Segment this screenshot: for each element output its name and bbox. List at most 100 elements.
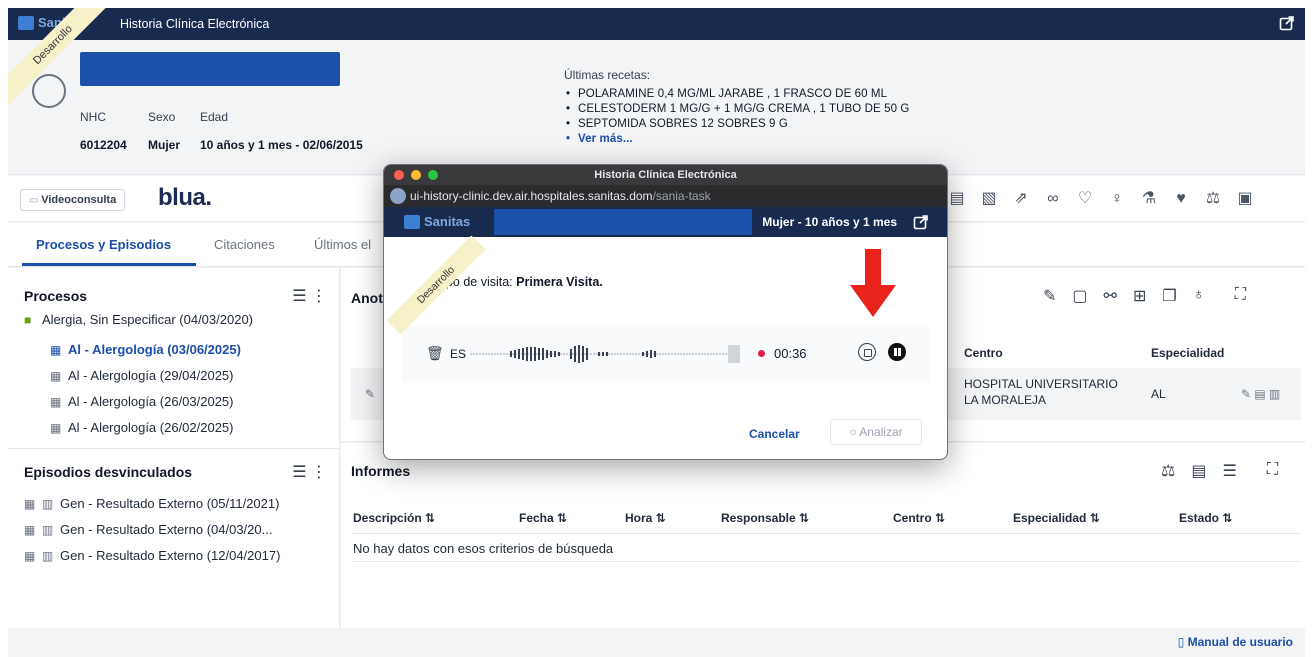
site-icon bbox=[390, 188, 406, 204]
url-path: /sania-task bbox=[652, 189, 711, 203]
id-card-icon[interactable]: ▣ bbox=[1234, 188, 1256, 210]
episodios-filter-icon[interactable]: ☰ ⋮ bbox=[292, 462, 327, 482]
audio-waveform bbox=[470, 345, 740, 363]
prescription-item: CELESTODERM 1 MG/G + 1 MG/G CREMA , 1 TU… bbox=[564, 103, 909, 115]
process-parent[interactable]: ■ Alergia, Sin Especificar (04/03/2020) bbox=[24, 312, 253, 327]
waveform-bar bbox=[550, 351, 552, 357]
waveform-bar bbox=[578, 345, 580, 363]
patient-name-redacted bbox=[494, 209, 752, 235]
waveform-bar bbox=[558, 352, 560, 356]
patient-summary: Mujer - 10 años y 1 mes bbox=[762, 215, 897, 229]
waveform-bar bbox=[522, 348, 524, 360]
sexo-label: Sexo bbox=[148, 110, 176, 124]
row-actions-icons[interactable]: ✎ ▤ ▥ bbox=[1241, 386, 1280, 402]
tab-procesos-episodios[interactable]: Procesos y Episodios bbox=[36, 237, 171, 252]
window-controls bbox=[394, 170, 438, 180]
informes-panel: Informes ⚖ ▤ ☰ ⛶ Descripción ⇅ Fecha ⇅ H… bbox=[341, 443, 1305, 628]
header-hora[interactable]: Hora ⇅ bbox=[625, 511, 666, 525]
heart-rate-icon[interactable]: ♡ bbox=[1074, 188, 1096, 210]
minimize-window-button[interactable] bbox=[411, 170, 421, 180]
scale-icon[interactable]: ⚖ bbox=[1161, 461, 1175, 481]
app-window: Sanitas Historia Clínica Electrónica Des… bbox=[8, 8, 1305, 657]
manual-link[interactable]: ▯ Manual de usuario bbox=[1178, 635, 1293, 649]
procesos-filter-icon[interactable]: ☰ ⋮ bbox=[292, 286, 327, 306]
header-especialidad: Especialidad bbox=[1151, 346, 1225, 360]
waveform-bar bbox=[606, 352, 608, 356]
heart-icon[interactable]: ♥ bbox=[1170, 188, 1192, 210]
book-icon: ▯ bbox=[1177, 635, 1188, 649]
trash-icon[interactable]: 🗑 bbox=[426, 345, 444, 362]
header-estado[interactable]: Estado ⇅ bbox=[1179, 511, 1232, 525]
microscope-icon[interactable]: ⚗ bbox=[1138, 188, 1160, 210]
header-fecha[interactable]: Fecha ⇅ bbox=[519, 511, 567, 525]
process-item[interactable]: ▦ Al - Alergología (26/02/2025) bbox=[50, 420, 234, 435]
tab-ultimos[interactable]: Últimos el bbox=[314, 237, 371, 252]
waveform-bar bbox=[546, 350, 548, 358]
open-external-icon[interactable] bbox=[1279, 15, 1295, 31]
tab-citaciones[interactable]: Citaciones bbox=[214, 237, 275, 252]
episodios-title: Episodios desvinculados bbox=[24, 464, 193, 480]
copy-icon[interactable]: ❐ bbox=[1162, 286, 1176, 306]
clipboard-plus-icon[interactable]: ⊞ bbox=[1133, 286, 1146, 306]
videoconsulta-button[interactable]: ▭ Videoconsulta bbox=[20, 189, 126, 211]
waveform-bar bbox=[518, 349, 520, 359]
filter-icon[interactable]: ☰ bbox=[1222, 461, 1236, 481]
sexo-value: Mujer bbox=[148, 138, 181, 152]
header-descripcion[interactable]: Descripción ⇅ bbox=[353, 511, 435, 525]
active-tab-indicator bbox=[22, 263, 196, 266]
document-icon: ▥ bbox=[42, 523, 54, 537]
document-icon: ▥ bbox=[42, 497, 54, 511]
comment-icon[interactable]: ▢ bbox=[1072, 286, 1087, 306]
waveform-bar bbox=[534, 347, 536, 361]
waveform-bar bbox=[526, 347, 528, 361]
open-external-icon[interactable] bbox=[913, 214, 929, 230]
maximize-window-button[interactable] bbox=[428, 170, 438, 180]
process-item[interactable]: ▦ Al - Alergología (26/03/2025) bbox=[50, 394, 234, 409]
patient-header: NHC Sexo Edad 6012204 Mujer 10 años y 1 … bbox=[8, 40, 1305, 175]
cell-centro: HOSPITAL UNIVERSITARIO LA MORALEJA bbox=[964, 377, 1118, 407]
episode-item[interactable]: ▦ ▥ Gen - Resultado Externo (04/03/20... bbox=[24, 522, 272, 537]
lab-icon[interactable]: ⚖ bbox=[1202, 188, 1224, 210]
waveform-bar bbox=[642, 352, 644, 356]
blua-logo: blua. bbox=[158, 184, 212, 211]
waveform-bar bbox=[654, 351, 656, 357]
loading-icon: ○ bbox=[849, 425, 860, 439]
prescriptions-heading: Últimas recetas: bbox=[564, 68, 651, 82]
cancel-button[interactable]: Cancelar bbox=[749, 427, 800, 441]
process-item-selected[interactable]: ▦ Al - Alergología (03/06/2025) bbox=[50, 342, 241, 357]
episode-item[interactable]: ▦ ▥ Gen - Resultado Externo (05/11/2021) bbox=[24, 496, 279, 511]
pills-icon[interactable]: ∞ bbox=[1042, 188, 1064, 210]
expand-icon[interactable]: ⛶ bbox=[1235, 286, 1246, 306]
stethoscope-icon[interactable]: ♀ bbox=[1106, 188, 1128, 210]
close-window-button[interactable] bbox=[394, 170, 404, 180]
waveform-bar bbox=[574, 346, 576, 362]
episode-item[interactable]: ▦ ▥ Gen - Resultado Externo (12/04/2017) bbox=[24, 548, 280, 563]
document-icon: ▥ bbox=[42, 549, 54, 563]
process-item[interactable]: ▦ Al - Alergología (29/04/2025) bbox=[50, 368, 234, 383]
expand-icon[interactable]: ⛶ bbox=[1267, 461, 1278, 481]
process-item-label: Al - Alergología (26/02/2025) bbox=[68, 420, 234, 435]
cell-especialidad: AL bbox=[1151, 387, 1166, 401]
clipboard-icon[interactable]: ▧ bbox=[978, 188, 1000, 210]
url-bar: ui-history-clinic.dev.air.hospitales.san… bbox=[384, 185, 947, 207]
divider bbox=[351, 561, 1301, 562]
microphone-icon[interactable]: ♁ bbox=[1193, 286, 1205, 306]
edit-note-icon[interactable]: ✎ bbox=[1043, 286, 1056, 306]
header-centro[interactable]: Centro ⇅ bbox=[893, 511, 945, 525]
visit-type: Tipo de visita: Primera Visita. bbox=[436, 275, 603, 289]
see-more-link[interactable]: Ver más... bbox=[564, 133, 909, 145]
waveform-bar bbox=[514, 350, 516, 358]
modal-titlebar: Historia Clínica Electrónica bbox=[384, 165, 947, 185]
header-responsable[interactable]: Responsable ⇅ bbox=[721, 511, 809, 525]
process-parent-label: Alergia, Sin Especificar (04/03/2020) bbox=[42, 312, 254, 327]
pause-button[interactable] bbox=[888, 343, 906, 361]
link-icon[interactable]: ⚯ bbox=[1104, 286, 1117, 306]
referral-icon[interactable]: ⇗ bbox=[1010, 188, 1032, 210]
edit-icon[interactable]: ✎ bbox=[365, 386, 375, 402]
analizar-button[interactable]: ○ Analizar bbox=[830, 419, 922, 445]
report-icon[interactable]: ▤ bbox=[1191, 461, 1206, 481]
stop-button[interactable] bbox=[858, 343, 876, 361]
header-especialidad[interactable]: Especialidad ⇅ bbox=[1013, 511, 1100, 525]
edad-value: 10 años y 1 mes - 02/06/2015 bbox=[200, 138, 363, 152]
document-icon[interactable]: ▤ bbox=[946, 188, 968, 210]
